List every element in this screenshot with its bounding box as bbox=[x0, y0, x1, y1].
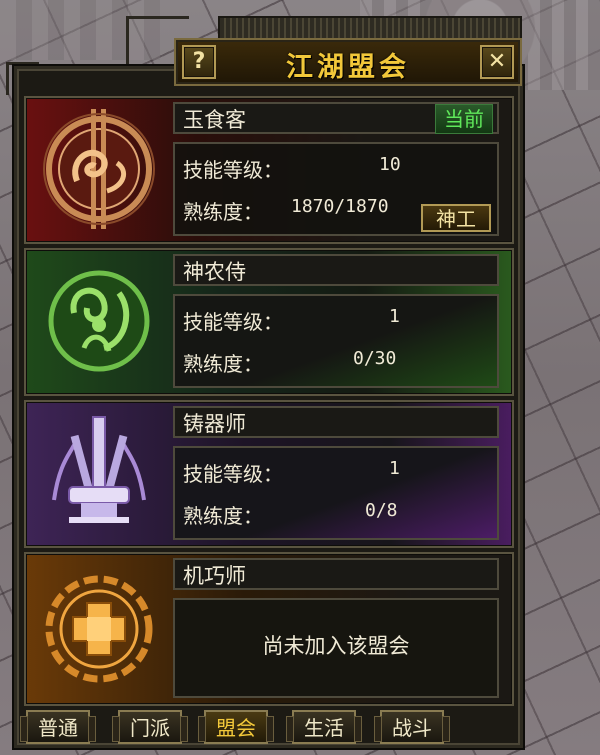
not-joined-text: 尚未加入该盟会 bbox=[262, 634, 410, 658]
profession-name: 神农侍 bbox=[173, 254, 499, 286]
bottom-tab-bar: 普通 门派 盟会 生活 战斗 bbox=[18, 710, 498, 746]
profession-name-text: 铸器师 bbox=[183, 412, 246, 436]
profession-stats: 技能等级： 1 熟练度： 0/30 bbox=[173, 294, 499, 388]
profession-name-text: 机巧师 bbox=[183, 564, 246, 588]
window-title: 江湖盟会 bbox=[286, 52, 410, 83]
profession-card-herbalist[interactable]: 神农侍 技能等级： 1 熟练度： 0/30 bbox=[24, 248, 514, 396]
profession-name: 机巧师 bbox=[173, 558, 499, 590]
profession-stats: 技能等级： 10 熟练度： 1870/1870 神工 bbox=[173, 142, 499, 236]
tab-life[interactable]: 生活 bbox=[286, 710, 362, 744]
profession-name-text: 玉食客 bbox=[183, 108, 246, 132]
profession-name: 铸器师 bbox=[173, 406, 499, 438]
blacksmith-emblem-icon bbox=[29, 405, 169, 541]
mechanic-emblem-icon bbox=[29, 557, 169, 693]
master-title-button[interactable]: 神工 bbox=[421, 204, 491, 232]
proficiency-label: 熟练度： bbox=[183, 504, 263, 528]
proficiency-value: 0/8 bbox=[365, 500, 398, 521]
herbalist-emblem-icon bbox=[29, 253, 169, 389]
skill-level-row: 技能等级： 1 bbox=[183, 458, 489, 488]
skill-level-label: 技能等级： bbox=[183, 158, 283, 182]
profession-card-blacksmith[interactable]: 铸器师 技能等级： 1 熟练度： 0/8 bbox=[24, 400, 514, 548]
profession-stats: 技能等级： 1 熟练度： 0/8 bbox=[173, 446, 499, 540]
close-button[interactable]: ✕ bbox=[480, 45, 514, 79]
profession-name-text: 神农侍 bbox=[183, 260, 246, 284]
proficiency-value: 0/30 bbox=[353, 348, 397, 369]
chef-emblem-icon bbox=[29, 101, 169, 237]
profession-card-chef[interactable]: 玉食客 当前 技能等级： 10 熟练度： 1870/1870 神工 bbox=[24, 96, 514, 244]
profession-card-mechanic[interactable]: 机巧师 尚未加入该盟会 bbox=[24, 552, 514, 706]
skill-level-value: 10 bbox=[379, 154, 401, 175]
tab-normal[interactable]: 普通 bbox=[20, 710, 96, 744]
skill-level-row: 技能等级： 1 bbox=[183, 306, 489, 336]
proficiency-label: 熟练度： bbox=[183, 200, 263, 224]
tab-combat[interactable]: 战斗 bbox=[374, 710, 450, 744]
tab-guild[interactable]: 盟会 bbox=[198, 710, 274, 744]
tab-sect[interactable]: 门派 bbox=[112, 710, 188, 744]
window-titlebar: ? 江湖盟会 ✕ bbox=[174, 38, 522, 86]
skill-level-label: 技能等级： bbox=[183, 310, 283, 334]
skill-level-row: 技能等级： 10 bbox=[183, 154, 489, 184]
proficiency-row: 熟练度： 0/8 bbox=[183, 500, 489, 530]
proficiency-value: 1870/1870 bbox=[291, 196, 389, 217]
question-icon: ? bbox=[192, 49, 206, 74]
proficiency-row: 熟练度： 0/30 bbox=[183, 348, 489, 378]
help-button[interactable]: ? bbox=[182, 45, 216, 79]
profession-stats: 尚未加入该盟会 bbox=[173, 598, 499, 698]
proficiency-label: 熟练度： bbox=[183, 352, 263, 376]
skill-level-value: 1 bbox=[389, 306, 400, 327]
skill-level-label: 技能等级： bbox=[183, 462, 283, 486]
current-badge: 当前 bbox=[435, 104, 493, 134]
skill-level-value: 1 bbox=[389, 458, 400, 479]
close-icon: ✕ bbox=[487, 49, 507, 74]
profession-name: 玉食客 当前 bbox=[173, 102, 499, 134]
